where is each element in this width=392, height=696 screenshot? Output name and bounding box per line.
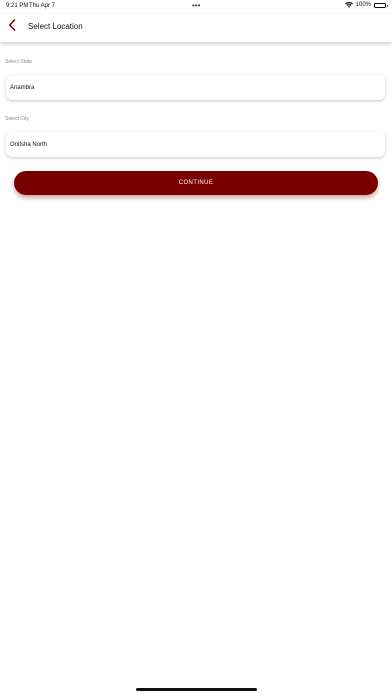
city-select[interactable]: Onitsha North bbox=[6, 132, 385, 157]
state-value: Anambra bbox=[10, 84, 35, 91]
navigation-bar: Select Location bbox=[0, 14, 392, 42]
city-value: Onitsha North bbox=[10, 141, 48, 148]
back-button[interactable] bbox=[4, 18, 20, 36]
status-time: 9:21 PM bbox=[6, 3, 29, 9]
page-title: Select Location bbox=[28, 22, 83, 31]
multitasking-dots[interactable]: ••• bbox=[192, 1, 200, 10]
status-bar: 9:21 PM Thu Apr 7 ••• 100% bbox=[0, 0, 392, 14]
battery-percent: 100% bbox=[355, 2, 371, 8]
status-date: Thu Apr 7 bbox=[29, 3, 56, 9]
status-right: 100% bbox=[344, 2, 388, 8]
home-indicator[interactable] bbox=[136, 688, 257, 691]
battery-icon bbox=[374, 2, 388, 8]
state-select[interactable]: Anambra bbox=[6, 75, 385, 100]
chevron-left-icon bbox=[8, 18, 16, 36]
state-label: Select State bbox=[5, 59, 32, 65]
continue-button[interactable]: CONTINUE bbox=[14, 171, 378, 195]
city-label: Select City bbox=[5, 116, 29, 122]
wifi-icon bbox=[344, 2, 353, 8]
continue-label: CONTINUE bbox=[178, 180, 214, 186]
